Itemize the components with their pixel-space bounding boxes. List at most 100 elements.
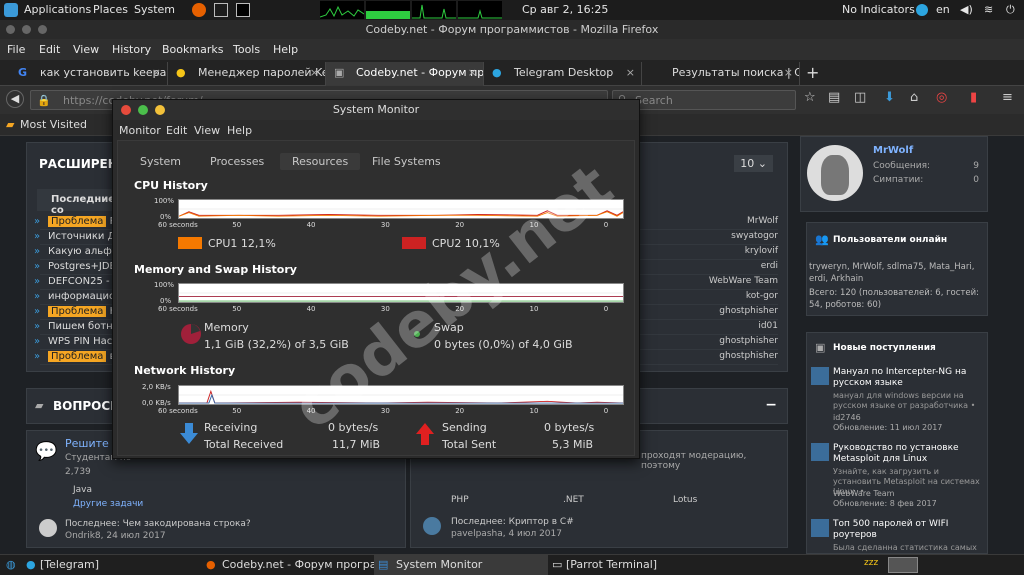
minimize-window-button[interactable] bbox=[22, 25, 31, 34]
dotnet-link[interactable]: .NET bbox=[563, 495, 584, 505]
close-button[interactable] bbox=[121, 105, 131, 115]
collapse-icon[interactable]: − bbox=[765, 397, 777, 413]
most-visited-bookmark[interactable]: Most Visited bbox=[20, 118, 87, 131]
recent-tab[interactable]: Последние со bbox=[37, 189, 117, 216]
menu-history[interactable]: History bbox=[112, 43, 151, 56]
menu-view[interactable]: View bbox=[73, 43, 99, 56]
thread-author[interactable]: swyatogor bbox=[731, 231, 778, 241]
close-window-button[interactable] bbox=[6, 25, 15, 34]
places-menu[interactable]: Places bbox=[93, 3, 128, 16]
minimize-button[interactable] bbox=[155, 105, 165, 115]
load-applet-graph[interactable] bbox=[458, 1, 502, 19]
show-desktop-icon[interactable]: ◍ bbox=[6, 558, 16, 571]
cpu1-color-swatch[interactable] bbox=[178, 237, 202, 249]
telegram-tray-icon[interactable] bbox=[916, 4, 928, 16]
cpu2-color-swatch[interactable] bbox=[402, 237, 426, 249]
close-tab-icon[interactable]: × bbox=[784, 66, 793, 79]
hamburger-menu-icon[interactable]: ≡ bbox=[1002, 90, 1013, 105]
power-icon[interactable]: ⏻ bbox=[1006, 3, 1015, 17]
thread-author[interactable]: ghostphisher bbox=[719, 306, 778, 316]
back-button[interactable]: ◀ bbox=[6, 90, 24, 108]
page-size-select[interactable]: 10 ⌄ bbox=[734, 155, 773, 172]
maximize-button[interactable] bbox=[138, 105, 148, 115]
tab-system[interactable]: System bbox=[140, 155, 181, 168]
memory-pie-icon[interactable] bbox=[180, 323, 202, 345]
menu-edit[interactable]: Edit bbox=[39, 43, 60, 56]
tab-search-results[interactable]: Результаты поиска | C × bbox=[642, 62, 800, 86]
menu-bookmarks[interactable]: Bookmarks bbox=[162, 43, 223, 56]
menu-edit[interactable]: Edit bbox=[166, 124, 187, 137]
avatar[interactable] bbox=[423, 517, 441, 535]
network-applet-graph[interactable] bbox=[412, 1, 456, 19]
language-indicator[interactable]: en bbox=[936, 3, 950, 16]
workspace-switcher[interactable] bbox=[888, 557, 918, 573]
menu-file[interactable]: File bbox=[7, 43, 25, 56]
tab-password-manager[interactable]: ● Менеджер паролей Ke × bbox=[168, 62, 326, 86]
news-item-title[interactable]: Руководство по установке Metasploit для … bbox=[833, 443, 985, 465]
taskbar-telegram[interactable]: [Telegram] bbox=[40, 558, 99, 571]
terminal-launcher-icon[interactable] bbox=[236, 3, 250, 17]
thread-author[interactable]: ghostphisher bbox=[719, 336, 778, 346]
tab-telegram[interactable]: ● Telegram Desktop × bbox=[484, 62, 642, 86]
mail-launcher-icon[interactable] bbox=[214, 3, 228, 17]
close-tab-icon[interactable]: × bbox=[310, 66, 319, 79]
close-tab-icon[interactable]: × bbox=[152, 66, 161, 79]
thread-author[interactable]: WebWare Team bbox=[709, 276, 778, 286]
menu-monitor[interactable]: Monitor bbox=[119, 124, 161, 137]
last-post[interactable]: Последнее: Чем закодирована строка? bbox=[65, 519, 251, 529]
firefox-launcher-icon[interactable] bbox=[192, 3, 206, 17]
menu-help[interactable]: Help bbox=[273, 43, 298, 56]
taskbar-terminal[interactable]: [Parrot Terminal] bbox=[566, 558, 657, 571]
news-item-title[interactable]: Мануал по Intercepter-NG на русском язык… bbox=[833, 367, 985, 389]
taskbar-firefox[interactable]: Codeby.net - Форум програ... bbox=[222, 558, 387, 571]
news-thumbnail[interactable] bbox=[811, 519, 829, 537]
menu-view[interactable]: View bbox=[194, 124, 220, 137]
thread-author[interactable]: kot-gor bbox=[746, 291, 778, 301]
applications-menu[interactable]: Applications bbox=[24, 3, 91, 16]
online-users-list[interactable]: tryweryn, MrWolf, sdlma75, Mata_Hari, er… bbox=[809, 261, 985, 285]
sending-arrow-icon[interactable] bbox=[416, 423, 434, 445]
news-thumbnail[interactable] bbox=[811, 367, 829, 385]
list-item[interactable]: Источники Дл bbox=[48, 231, 122, 242]
volume-icon[interactable]: ◀) bbox=[960, 3, 973, 16]
maximize-window-button[interactable] bbox=[38, 25, 47, 34]
download-icon[interactable]: ⬇ bbox=[884, 90, 895, 105]
tab-file-systems[interactable]: File Systems bbox=[372, 155, 441, 168]
list-item[interactable]: DEFCON25 - S bbox=[48, 276, 119, 287]
reading-list-icon[interactable]: ▤ bbox=[828, 90, 840, 105]
thread-author[interactable]: id01 bbox=[758, 321, 778, 331]
tab-keepass-search[interactable]: Gкак установить keepa × bbox=[10, 62, 168, 86]
tab-codeby[interactable]: ▣ Codeby.net - Форум пр × bbox=[326, 62, 484, 86]
pocket-icon[interactable]: ◫ bbox=[854, 90, 866, 105]
bookmark-star-icon[interactable]: ☆ bbox=[804, 90, 816, 105]
avatar[interactable] bbox=[39, 519, 57, 537]
menu-help[interactable]: Help bbox=[227, 124, 252, 137]
list-item[interactable]: Проблема Ре bbox=[48, 216, 122, 227]
tab-resources[interactable]: Resources bbox=[280, 153, 361, 170]
close-tab-icon[interactable]: × bbox=[468, 66, 477, 79]
receiving-arrow-icon[interactable] bbox=[180, 423, 198, 445]
profile-name[interactable]: MrWolf bbox=[873, 145, 913, 156]
new-tab-button[interactable]: + bbox=[806, 63, 819, 82]
other-tasks-link[interactable]: Другие задачи bbox=[73, 499, 143, 509]
thread-author[interactable]: ghostphisher bbox=[719, 351, 778, 361]
memory-applet-graph[interactable] bbox=[366, 1, 410, 19]
close-tab-icon[interactable]: × bbox=[626, 66, 635, 79]
thread-author[interactable]: erdi bbox=[761, 261, 778, 271]
news-item-title[interactable]: Топ 500 паролей от WIFI роутеров bbox=[833, 519, 985, 541]
last-post-2[interactable]: Последнее: Криптор в C# bbox=[451, 517, 574, 527]
wifi-icon[interactable]: ≋ bbox=[984, 3, 993, 16]
thread-author[interactable]: krylovif bbox=[745, 246, 778, 256]
php-link[interactable]: PHP bbox=[451, 495, 469, 505]
lotus-link[interactable]: Lotus bbox=[673, 495, 697, 505]
clock[interactable]: Ср авг 2, 16:25 bbox=[522, 3, 608, 16]
news-thumbnail[interactable] bbox=[811, 443, 829, 461]
list-item[interactable]: WPS PIN Hack bbox=[48, 336, 118, 347]
indicators-label[interactable]: No Indicators bbox=[842, 3, 915, 16]
list-item[interactable]: Проблема вз bbox=[48, 351, 121, 362]
java-link[interactable]: Java bbox=[73, 485, 92, 495]
tab-processes[interactable]: Processes bbox=[210, 155, 264, 168]
wolf-avatar[interactable] bbox=[807, 145, 863, 201]
parrot-logo-icon[interactable] bbox=[4, 3, 18, 17]
thread-author[interactable]: MrWolf bbox=[747, 216, 778, 226]
